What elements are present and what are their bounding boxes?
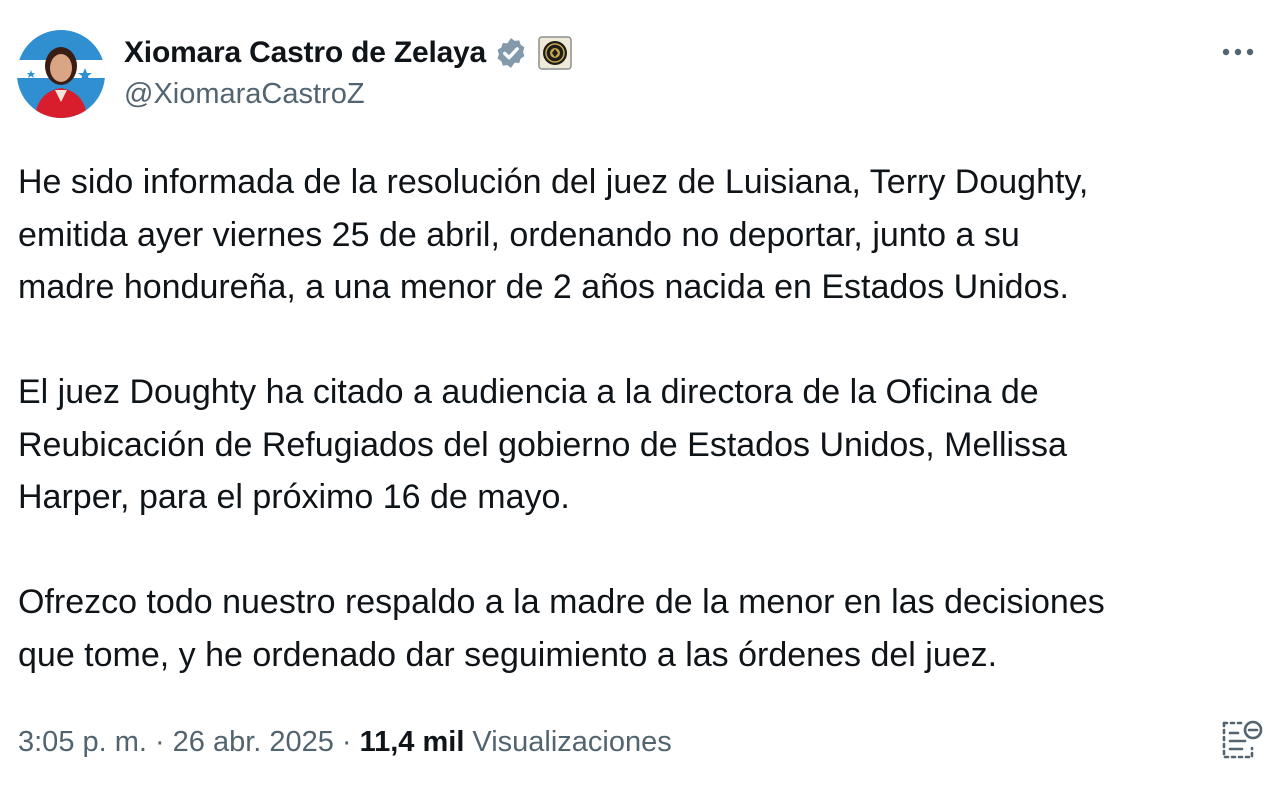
tweet-line: Reubicación de Refugiados del gobierno d… [18, 425, 1067, 464]
tweet-line: El juez Doughty ha citado a audiencia a … [18, 373, 1039, 411]
community-notes-icon [1222, 720, 1263, 759]
avatar-image [17, 30, 105, 118]
community-notes-button[interactable] [1218, 718, 1264, 762]
tweet-meta: 3:05 p. m. · 26 abr. 2025 · 11,4 mil Vis… [18, 722, 672, 762]
display-name[interactable]: Xiomara Castro de Zelaya [124, 36, 486, 70]
tweet-text: He sido informada de la resolución del j… [18, 156, 1263, 681]
tweet-line: madre hondureña, a una menor de 2 años n… [18, 268, 1069, 306]
more-button[interactable] [1216, 36, 1260, 68]
verified-badge-icon[interactable] [494, 36, 528, 70]
tweet-line: que tome, y he ordenado dar seguimiento … [18, 635, 998, 674]
affiliate-badge-icon[interactable] [538, 36, 572, 70]
views-label: Visualizaciones [472, 725, 672, 758]
meta-separator: · [341, 725, 352, 758]
author-handle[interactable]: @XiomaraCastroZ [124, 78, 365, 111]
tweet-line: Harper, para el próximo 16 de mayo. [18, 478, 570, 516]
more-icon [1222, 48, 1254, 56]
avatar[interactable] [17, 30, 105, 118]
tweet-date[interactable]: 26 abr. 2025 [173, 726, 334, 759]
meta-separator: · [154, 725, 165, 758]
views-count: 11,4 mil [359, 725, 465, 758]
tweet-line: emitida ayer viernes 25 de abril, ordena… [18, 215, 1020, 254]
author-name-row: Xiomara Castro de Zelaya [124, 32, 572, 74]
tweet-line: Ofrezco todo nuestro respaldo a la madre… [18, 583, 1105, 621]
tweet-line: He sido informada de la resolución del j… [18, 163, 1089, 201]
tweet-time[interactable]: 3:05 p. m. [18, 726, 147, 759]
